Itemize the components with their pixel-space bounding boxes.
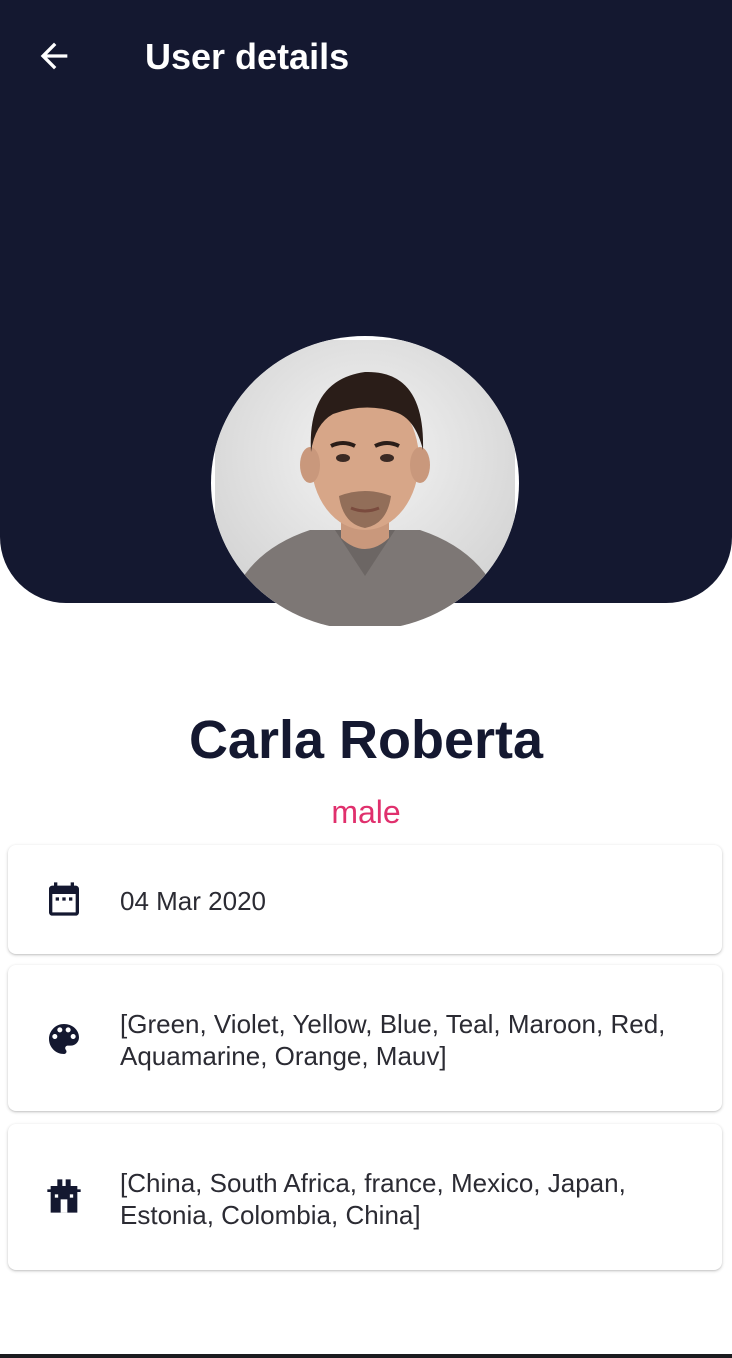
countries-text: [China, South Africa, france, Mexico, Ja… [120, 1168, 626, 1230]
countries-card: [China, South Africa, france, Mexico, Ja… [8, 1124, 722, 1270]
hotel-icon [47, 1179, 81, 1213]
user-name: Carla Roberta [188, 710, 544, 770]
calendar-icon [49, 882, 79, 916]
colors-card: [Green, Violet, Yellow, Blue, Teal, Maro… [8, 965, 722, 1111]
page-title: User details [145, 36, 350, 77]
user-gender: male [331, 794, 401, 830]
back-button[interactable] [28, 30, 80, 82]
bottom-divider [0, 1354, 732, 1358]
palette-icon [49, 1024, 79, 1054]
avatar [211, 336, 519, 630]
profile-photo [215, 340, 515, 626]
colors-text: [Green, Violet, Yellow, Blue, Teal, Maro… [120, 1009, 666, 1071]
birthdate-text: 04 Mar 2020 [120, 886, 266, 916]
birthdate-card: 04 Mar 2020 [8, 845, 722, 954]
arrow-back-icon [40, 42, 68, 70]
